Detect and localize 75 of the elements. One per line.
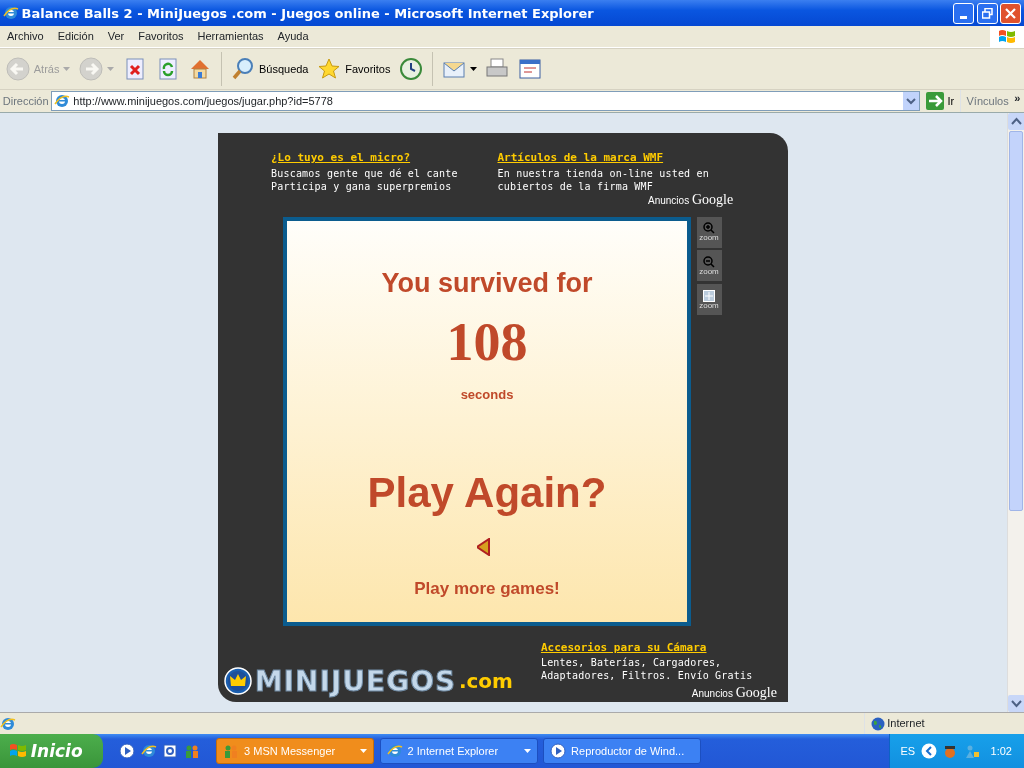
media-player-icon[interactable] <box>119 743 136 759</box>
address-label: Dirección <box>2 93 49 109</box>
ad-link[interactable]: Artículos de la marca WMF <box>497 150 718 167</box>
menu-item[interactable]: Archivo <box>0 28 51 45</box>
zoom-out-button[interactable]: zoom <box>696 250 722 282</box>
menu-item[interactable]: Ayuda <box>270 28 316 45</box>
scrollbar[interactable] <box>1007 113 1024 712</box>
taskbar-button[interactable]: Reproductor de Wind... <box>543 738 702 764</box>
ad-text: Buscamos gente que dé el cante <box>271 166 459 180</box>
scroll-up-icon <box>1008 113 1024 130</box>
ad-text: Participa y gana superpremios <box>271 179 453 193</box>
minimize-button[interactable] <box>952 2 974 24</box>
ad-text: Lentes, Baterías, Cargadores, <box>540 656 723 669</box>
globe-icon <box>870 716 885 731</box>
chevron-left-icon[interactable] <box>920 743 937 759</box>
ie-icon <box>386 743 403 759</box>
fit-icon <box>703 289 715 302</box>
favorites-icon <box>317 57 342 81</box>
minimize-icon <box>959 15 967 19</box>
arrow-icon <box>925 92 944 110</box>
menu-item[interactable]: Edición <box>50 28 101 45</box>
media-player-icon <box>550 743 567 759</box>
dropdown-icon[interactable] <box>902 92 919 110</box>
caret-icon <box>360 749 368 753</box>
zoom-out-icon <box>703 255 715 268</box>
play-again-button[interactable]: Play Again? <box>367 460 607 524</box>
ie-icon <box>2 5 19 21</box>
forward-icon <box>79 57 104 81</box>
go-button[interactable]: Ir <box>922 90 958 112</box>
restore-icon <box>981 7 993 19</box>
logo-suffix[interactable]: .com <box>458 669 513 693</box>
address-field[interactable]: http://www.minijuegos.com/juegos/jugar.php?id=5778 <box>51 91 920 111</box>
windows-flag-icon <box>997 27 1017 46</box>
fit-button[interactable]: zoom <box>696 284 722 315</box>
more-games-link[interactable]: Play more games! <box>414 575 560 601</box>
favorites-button[interactable]: Favoritos <box>314 55 394 83</box>
menu-item[interactable]: Herramientas <box>190 28 271 45</box>
scroll-down-icon <box>1008 695 1024 712</box>
score-value: 108 <box>445 315 529 369</box>
logo-text[interactable]: MINIJUEGOS <box>254 664 457 698</box>
search-button[interactable]: Búsqueda <box>227 55 312 83</box>
close-button[interactable] <box>1000 2 1022 24</box>
menu-item[interactable]: Favoritos <box>131 28 191 45</box>
score-unit: seconds <box>459 386 515 404</box>
restore-button[interactable] <box>976 2 998 24</box>
ad-link[interactable]: ¿Lo tuyo es el micro? <box>271 150 481 167</box>
close-icon <box>1005 7 1017 19</box>
links-button[interactable]: Vínculos <box>966 92 1009 110</box>
ad-text: En nuestra tienda on-line usted en <box>497 166 710 180</box>
window-title: Balance Balls 2 - MiniJuegos .com - Juegos online - Microsoft Internet Explorer <box>21 5 595 21</box>
more-links-button[interactable]: » <box>1014 90 1021 107</box>
edit-icon <box>518 57 543 81</box>
zoom-in-icon <box>703 222 715 234</box>
caret-icon <box>523 749 531 753</box>
taskbar-button[interactable]: 2 Internet Explorer <box>379 738 538 764</box>
crown-icon <box>224 667 252 695</box>
windows-flag-icon <box>8 742 28 760</box>
ad-link[interactable]: Accesorios para su Cámara <box>540 639 781 656</box>
zone-label: Internet <box>887 716 925 732</box>
history-icon <box>399 57 424 81</box>
clock: 1:02 <box>990 743 1012 759</box>
search-icon <box>230 57 255 81</box>
back-icon <box>5 57 30 81</box>
ie-icon[interactable] <box>140 743 157 759</box>
ie-page-icon <box>54 93 71 109</box>
menu-item[interactable]: Ver <box>100 28 132 45</box>
speaker-icon[interactable] <box>477 537 491 556</box>
ads-by-google-label: Anuncios Google <box>648 191 734 209</box>
ie-page-icon <box>0 715 16 732</box>
zoom-in-button[interactable]: zoom <box>696 216 722 248</box>
ad-text: cubiertos de la firma WMF <box>497 179 654 193</box>
game-heading: You survived for <box>380 266 594 300</box>
ad-text: Adaptadores, Filtros. Envío Gratis <box>540 669 754 682</box>
people-icon <box>223 743 240 759</box>
ads-by-google-label: Anuncios Google <box>690 684 777 702</box>
